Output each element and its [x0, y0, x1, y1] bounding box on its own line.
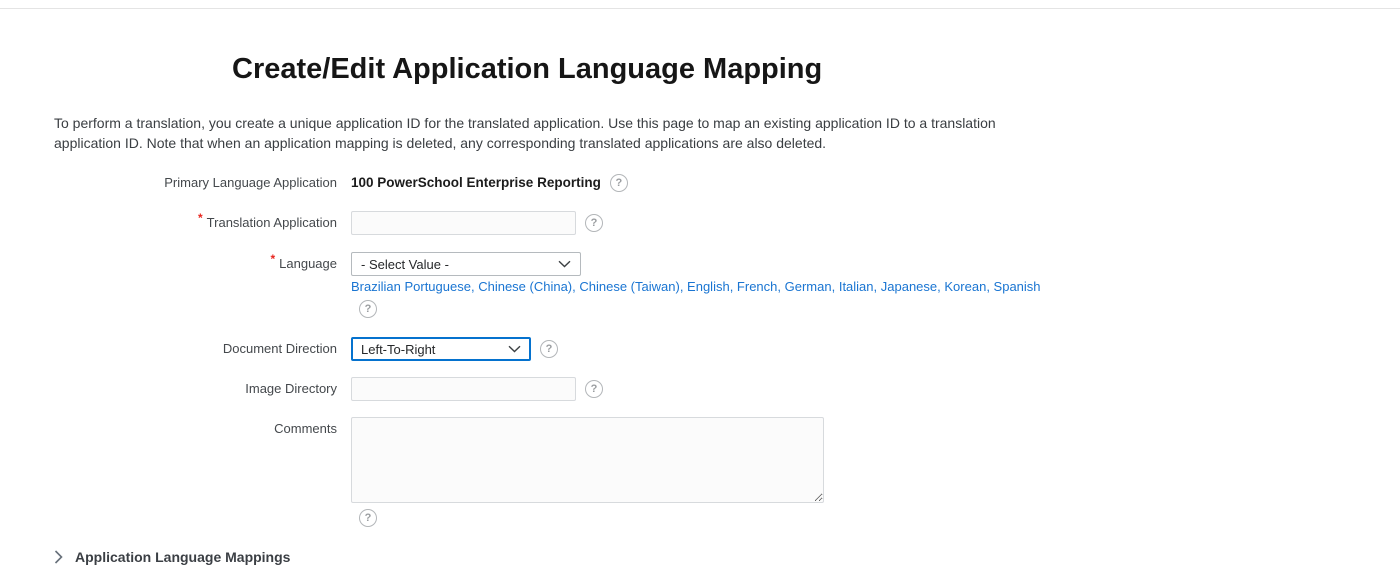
help-icon[interactable]: ? [610, 174, 628, 192]
translation-application-input[interactable] [351, 211, 576, 235]
primary-language-application-value: 100 PowerSchool Enterprise Reporting [351, 171, 601, 195]
language-quick-link[interactable]: Brazilian Portuguese [351, 279, 471, 294]
row-translation-application: *Translation Application ? [54, 211, 1400, 235]
translation-application-label: *Translation Application [54, 211, 351, 235]
language-label: *Language [54, 252, 351, 276]
language-quick-link[interactable]: English [687, 279, 730, 294]
chevron-right-icon [54, 550, 63, 564]
help-icon[interactable]: ? [359, 509, 377, 527]
row-document-direction: Document Direction Left-To-Right ? [54, 337, 1400, 361]
language-select-value: - Select Value - [361, 257, 449, 272]
language-quick-link[interactable]: Chinese (China) [478, 279, 572, 294]
application-language-mappings-section[interactable]: Application Language Mappings [54, 549, 1400, 565]
top-divider [0, 0, 1400, 9]
language-select[interactable]: - Select Value - [351, 252, 581, 276]
required-marker: * [270, 252, 275, 266]
image-directory-input[interactable] [351, 377, 576, 401]
row-language: *Language - Select Value - Brazilian Por… [54, 252, 1400, 318]
comments-textarea[interactable] [351, 417, 824, 503]
document-direction-label: Document Direction [54, 337, 351, 361]
chevron-down-icon [558, 260, 571, 268]
row-image-directory: Image Directory ? [54, 377, 1400, 401]
language-quick-link[interactable]: Chinese (Taiwan) [579, 279, 679, 294]
help-icon[interactable]: ? [585, 214, 603, 232]
language-quick-link[interactable]: German [785, 279, 832, 294]
language-quick-link[interactable]: Spanish [994, 279, 1041, 294]
row-primary-language-application: Primary Language Application 100 PowerSc… [54, 171, 1400, 195]
language-quick-link[interactable]: Italian [839, 279, 874, 294]
help-icon[interactable]: ? [540, 340, 558, 358]
help-icon[interactable]: ? [359, 300, 377, 318]
language-mapping-form: Primary Language Application 100 PowerSc… [54, 171, 1400, 527]
row-comments: Comments ? [54, 417, 1400, 527]
language-quick-link[interactable]: French [737, 279, 777, 294]
page-content: Create/Edit Application Language Mapping… [0, 53, 1400, 565]
page-description: To perform a translation, you create a u… [54, 113, 1012, 153]
language-quick-link[interactable]: Japanese [881, 279, 937, 294]
document-direction-select[interactable]: Left-To-Right [351, 337, 531, 361]
comments-label: Comments [54, 417, 351, 441]
application-language-mappings-title: Application Language Mappings [75, 549, 290, 565]
primary-language-application-label: Primary Language Application [54, 171, 351, 195]
language-quick-links: Brazilian Portuguese, Chinese (China), C… [351, 279, 1041, 295]
page-title: Create/Edit Application Language Mapping [232, 53, 1400, 86]
document-direction-select-value: Left-To-Right [361, 342, 435, 357]
language-quick-link[interactable]: Korean [944, 279, 986, 294]
chevron-down-icon [508, 345, 521, 353]
required-marker: * [198, 211, 203, 225]
image-directory-label: Image Directory [54, 377, 351, 401]
help-icon[interactable]: ? [585, 380, 603, 398]
